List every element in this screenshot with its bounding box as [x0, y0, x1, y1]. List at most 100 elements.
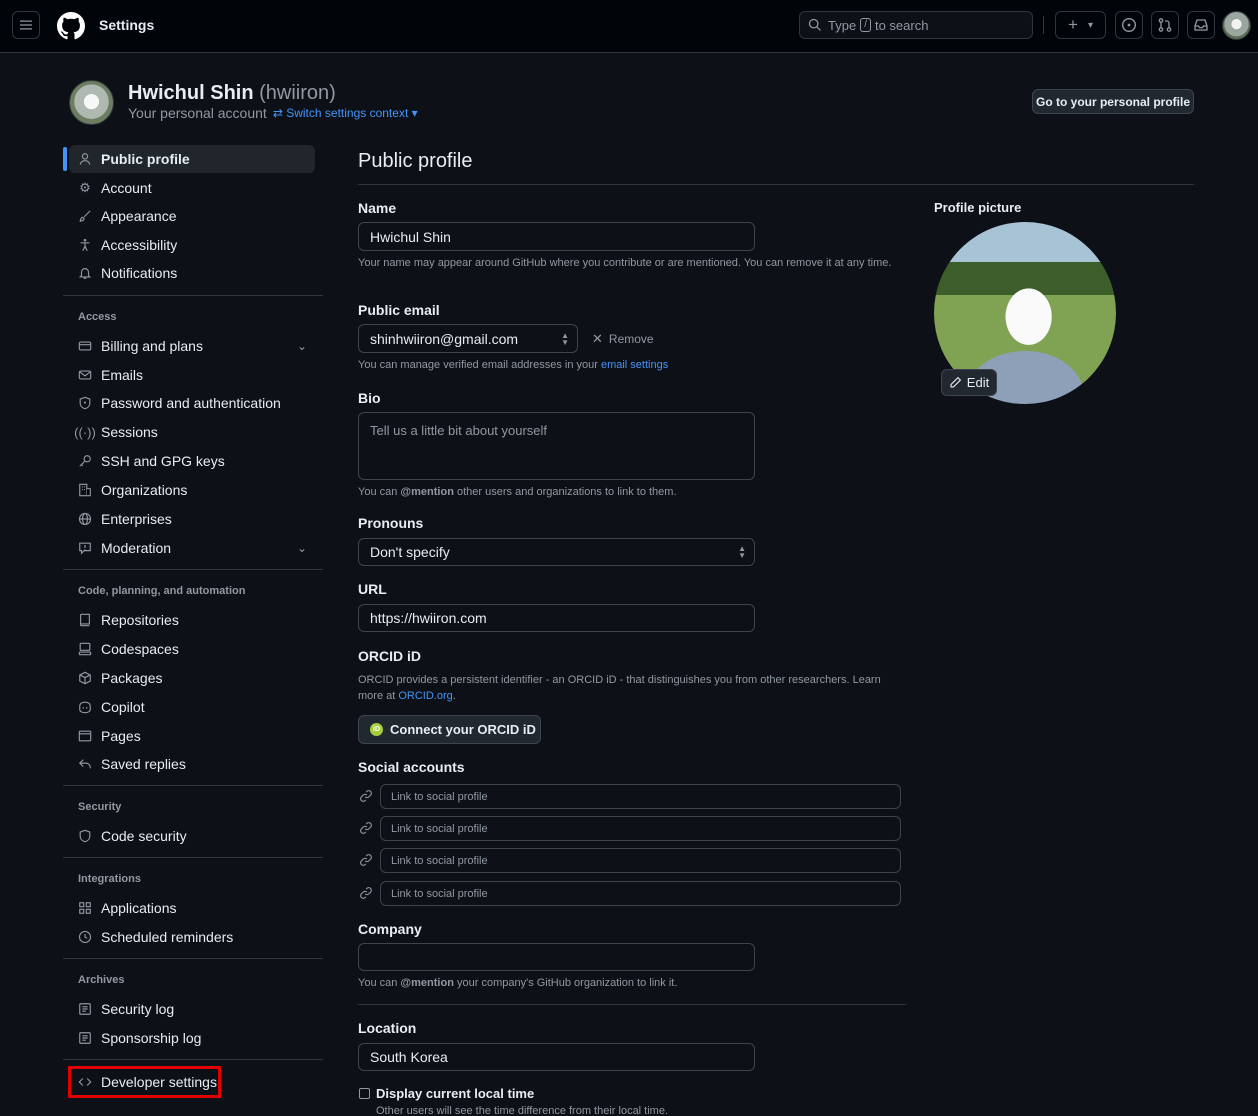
company-label: Company: [358, 921, 422, 937]
search-input[interactable]: Type / to search: [799, 11, 1033, 39]
sidebar-divider: [63, 958, 323, 959]
clock-icon: [77, 929, 93, 945]
sidebar-item-public-profile[interactable]: Public profile: [69, 145, 315, 173]
sidebar-item-account[interactable]: ⚙ Account: [69, 174, 315, 202]
sidebar-item-label: Applications: [101, 900, 177, 916]
company-note: You can @mention your company's GitHub o…: [358, 975, 677, 991]
menu-button[interactable]: [12, 11, 40, 39]
pull-requests-button[interactable]: [1151, 11, 1179, 39]
local-time-checkbox[interactable]: [359, 1088, 370, 1099]
sidebar-item-packages[interactable]: Packages: [69, 664, 315, 692]
broadcast-icon: ((·)): [74, 424, 96, 440]
remove-email-label: Remove: [608, 332, 654, 346]
public-email-select[interactable]: shinhwiiron@gmail.com ▲ ▼: [358, 324, 578, 353]
sidebar-item-label: Sessions: [101, 424, 158, 440]
sidebar-item-emails[interactable]: Emails: [69, 361, 315, 389]
local-time-label[interactable]: Display current local time: [376, 1086, 534, 1101]
sidebar-item-pages[interactable]: Pages: [69, 722, 315, 750]
company-note-pre: You can: [358, 977, 398, 989]
social-profile-input-4[interactable]: Link to social profile: [380, 881, 901, 906]
sidebar-item-code-security[interactable]: Code security: [69, 822, 315, 850]
sidebar-item-accessibility[interactable]: Accessibility: [69, 231, 315, 259]
switch-context-link[interactable]: ⇄ Switch settings context ▾: [273, 106, 418, 120]
remove-email-button[interactable]: ✕ Remove: [592, 331, 654, 347]
sidebar-divider: [63, 569, 323, 570]
active-indicator: [63, 147, 67, 171]
sidebar-item-label: Codespaces: [101, 641, 179, 657]
orcid-link[interactable]: ORCID.org: [398, 690, 452, 702]
account-display-name: Hwichul Shin: [128, 82, 254, 104]
link-icon: [360, 822, 372, 834]
sidebar-heading-code: Code, planning, and automation: [78, 585, 246, 597]
sidebar-item-organizations[interactable]: Organizations: [69, 476, 315, 504]
public-email-value: shinhwiiron@gmail.com: [370, 330, 519, 347]
sidebar-heading-archives: Archives: [78, 974, 125, 986]
profile-picture-label: Profile picture: [934, 200, 1022, 215]
social-profile-input-1[interactable]: Link to social profile: [380, 784, 901, 809]
go-to-profile-button[interactable]: Go to your personal profile: [1032, 89, 1194, 114]
social-profile-input-3[interactable]: Link to social profile: [380, 848, 901, 873]
x-icon: ✕: [592, 331, 603, 346]
name-input[interactable]: Hwichul Shin: [358, 222, 755, 251]
social-profile-input-2[interactable]: Link to social profile: [380, 816, 901, 841]
sidebar-item-password-auth[interactable]: Password and authentication: [69, 389, 315, 417]
sidebar-item-ssh-gpg[interactable]: SSH and GPG keys: [69, 447, 315, 475]
bio-textarea[interactable]: Tell us a little bit about yourself: [358, 412, 755, 480]
url-input[interactable]: https://hwiiron.com: [358, 604, 755, 632]
browser-icon: [77, 728, 93, 744]
sidebar-item-enterprises[interactable]: Enterprises: [69, 505, 315, 533]
accessibility-icon: [77, 237, 93, 253]
issues-button[interactable]: [1115, 11, 1143, 39]
search-hint-post: to search: [874, 17, 929, 33]
sidebar-item-sessions[interactable]: ((·)) Sessions: [69, 418, 315, 446]
account-type: Your personal account: [128, 105, 267, 121]
user-avatar-menu[interactable]: [1222, 11, 1251, 40]
email-settings-link[interactable]: email settings: [601, 359, 668, 371]
developer-settings-highlight: [68, 1066, 221, 1098]
company-input[interactable]: [358, 943, 755, 971]
sidebar-item-saved-replies[interactable]: Saved replies: [69, 750, 315, 778]
sidebar-item-applications[interactable]: Applications: [69, 894, 315, 922]
name-label: Name: [358, 200, 397, 216]
location-label: Location: [358, 1020, 417, 1036]
pronouns-select[interactable]: Don't specify ▲ ▼: [358, 538, 755, 566]
inbox-button[interactable]: [1187, 11, 1215, 39]
sidebar-item-label: Code security: [101, 828, 187, 844]
sidebar-item-copilot[interactable]: Copilot: [69, 693, 315, 721]
sidebar-item-scheduled-reminders[interactable]: Scheduled reminders: [69, 923, 315, 951]
pronouns-label: Pronouns: [358, 515, 424, 531]
sidebar-item-codespaces[interactable]: Codespaces: [69, 635, 315, 663]
sidebar-item-security-log[interactable]: Security log: [69, 995, 315, 1023]
github-logo-icon[interactable]: [57, 12, 85, 40]
chevron-down-icon: ⌄: [296, 541, 307, 555]
sidebar-item-repositories[interactable]: Repositories: [69, 606, 315, 634]
select-arrows-icon: ▲ ▼: [561, 330, 569, 347]
edit-label: Edit: [966, 375, 990, 390]
social-accounts-label: Social accounts: [358, 759, 465, 775]
globe-icon: [77, 511, 93, 527]
location-input[interactable]: South Korea: [358, 1043, 755, 1071]
pronouns-value: Don't specify: [370, 544, 450, 560]
sidebar-item-label: Appearance: [101, 208, 177, 224]
apps-icon: [77, 900, 93, 916]
section-divider: [358, 1004, 906, 1005]
sidebar-item-moderation[interactable]: Moderation ⌄: [69, 534, 315, 562]
sidebar-heading-access: Access: [78, 311, 117, 323]
sidebar-item-notifications[interactable]: Notifications: [69, 259, 315, 287]
orcid-label: ORCID iD: [358, 648, 421, 664]
sidebar-item-appearance[interactable]: Appearance: [69, 202, 315, 230]
arrow-switch-icon: ⇄: [272, 106, 283, 120]
edit-profile-picture-button[interactable]: Edit: [941, 369, 997, 396]
page-context-title[interactable]: Settings: [99, 17, 154, 33]
bio-label: Bio: [358, 390, 381, 406]
bio-note: You can @mention other users and organiz…: [358, 484, 677, 500]
account-handle: (hwiiron): [259, 82, 336, 104]
create-new-button[interactable]: + ▾: [1055, 11, 1106, 39]
email-note-text: You can manage verified email addresses …: [358, 359, 598, 371]
git-pull-request-icon: [1158, 18, 1172, 32]
sidebar-item-label: Accessibility: [101, 237, 178, 253]
sidebar-divider: [63, 295, 323, 296]
connect-orcid-button[interactable]: iD Connect your ORCID iD: [358, 715, 541, 744]
sidebar-item-billing[interactable]: Billing and plans ⌄: [69, 332, 315, 360]
sidebar-item-sponsorship-log[interactable]: Sponsorship log: [69, 1024, 315, 1052]
